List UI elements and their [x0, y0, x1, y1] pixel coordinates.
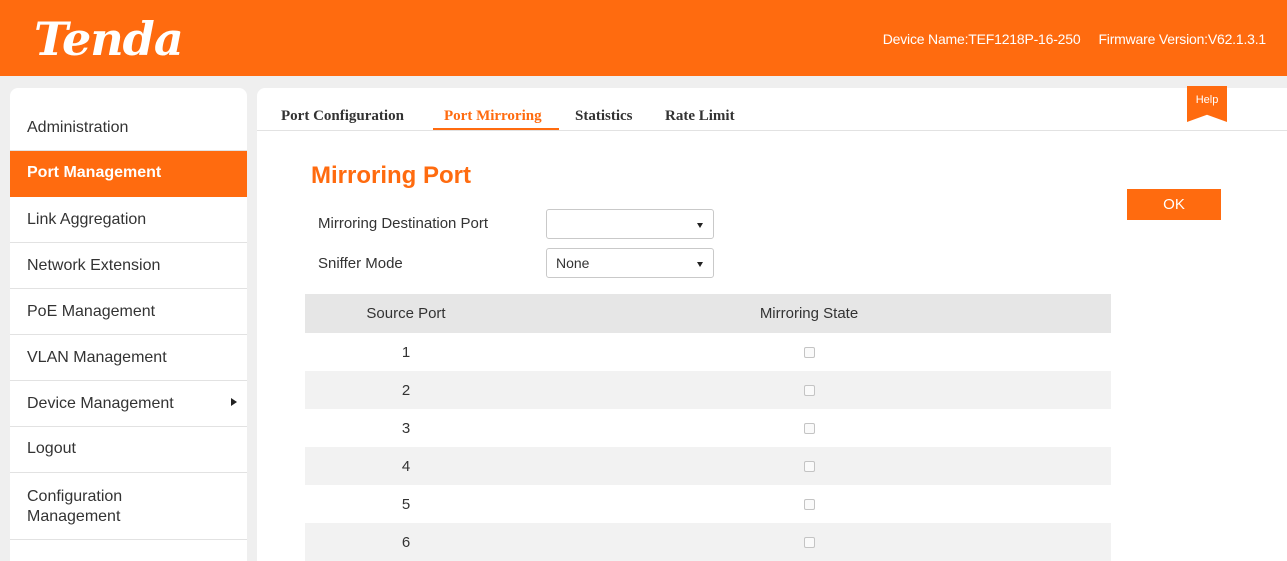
- port-number: 3: [401, 419, 411, 437]
- port-number: 5: [401, 495, 411, 513]
- help-button[interactable]: Help: [1187, 86, 1227, 122]
- sidebar-item-vlan-management[interactable]: VLAN Management: [10, 335, 247, 381]
- table-row: 5: [305, 485, 1111, 523]
- tab-statistics[interactable]: Statistics: [575, 108, 633, 125]
- chevron-down-icon: [697, 223, 703, 228]
- port-number: 6: [305, 523, 507, 561]
- tab-port-mirroring[interactable]: Port Mirroring: [444, 108, 542, 125]
- port-number: 4: [305, 447, 507, 485]
- sidebar-item-poe-management[interactable]: PoE Management: [10, 289, 247, 335]
- mirroring-state-checkbox[interactable]: [803, 347, 815, 359]
- sidebar-item-device-management[interactable]: Device Management: [10, 381, 247, 427]
- sidebar-item-label: VLAN Management: [27, 349, 167, 366]
- mirroring-state-cell: [507, 409, 1111, 447]
- sidebar-item-label: Network Extension: [27, 257, 161, 274]
- port-number: 1: [401, 343, 411, 361]
- sidebar-item-label: PoE Management: [27, 303, 156, 320]
- sidebar-item-network-extension[interactable]: Network Extension: [10, 243, 247, 289]
- table-header-row: Source Port Mirroring State: [305, 294, 1111, 333]
- sidebar-item-administration[interactable]: Administration: [10, 88, 247, 151]
- sidebar-item-link-aggregation[interactable]: Link Aggregation: [10, 197, 247, 243]
- sidebar-item-label: Administration: [27, 119, 129, 136]
- device-name: Device Name:TEF1218P-16-250: [882, 31, 1081, 47]
- mirroring-state-cell: [507, 333, 1111, 371]
- mirroring-state-cell: [507, 447, 1111, 485]
- mirroring-state-header: Mirroring State: [507, 294, 1111, 333]
- device-info: Device Name:TEF1218P-16-250 Firmware Vers…: [883, 31, 1266, 47]
- mirroring-state-checkbox[interactable]: [803, 423, 815, 435]
- table-row: 4: [305, 447, 1111, 485]
- sidebar-item-port-management[interactable]: Port Management: [10, 151, 247, 197]
- mirroring-state-cell: [507, 523, 1111, 561]
- sidebar-item-label: Port Management: [27, 164, 162, 181]
- top-header: Tenda Device Name:TEF1218P-16-250 Firmwar…: [0, 0, 1287, 76]
- tab-bar-divider: [257, 130, 1287, 131]
- table-row: 6: [305, 523, 1111, 561]
- submenu-arrow-icon: [231, 398, 237, 406]
- active-tab-indicator: [433, 128, 559, 130]
- sidebar-item-label: Configuration Management: [27, 488, 123, 525]
- table-row: 3: [305, 409, 1111, 447]
- mirroring-state-checkbox[interactable]: [803, 461, 815, 473]
- page-title: Mirroring Port: [311, 162, 471, 189]
- sidebar-item-label: Device Management: [27, 395, 174, 412]
- mirroring-state-checkbox[interactable]: [803, 499, 815, 511]
- firmware-version: Firmware Version:V62.1.3.1: [1098, 31, 1266, 47]
- mirroring-state-checkbox[interactable]: [803, 385, 815, 397]
- sniffer-mode-value: None: [556, 255, 590, 271]
- mirroring-state-cell: [507, 485, 1111, 523]
- sniffer-mode-label: Sniffer Mode: [318, 255, 403, 272]
- tab-port-configuration[interactable]: Port Configuration: [281, 108, 404, 125]
- ok-button[interactable]: OK: [1127, 189, 1221, 220]
- sniffer-mode-select[interactable]: None: [546, 248, 714, 278]
- sidebar-item-logout[interactable]: Logout: [10, 427, 247, 473]
- table-row: 1: [305, 333, 1111, 371]
- sidebar-nav: Administration Port Management Link Aggr…: [10, 88, 247, 561]
- mirroring-state-cell: [507, 371, 1111, 409]
- source-port-header: Source Port: [305, 294, 507, 333]
- table-row: 2: [305, 371, 1111, 409]
- mirroring-state-checkbox[interactable]: [803, 537, 815, 549]
- tenda-logo: Tenda: [34, 12, 184, 66]
- destination-port-label: Mirroring Destination Port: [318, 215, 489, 232]
- tab-rate-limit[interactable]: Rate Limit: [665, 108, 735, 125]
- main-panel: Port Configuration Port Mirroring Statis…: [257, 86, 1287, 561]
- destination-port-select[interactable]: [546, 209, 714, 239]
- sidebar-item-label: Logout: [27, 440, 76, 457]
- chevron-down-icon: [697, 262, 703, 267]
- source-port-table: Source Port Mirroring State 1 2 3 4 5 6: [305, 294, 1111, 561]
- sidebar-item-configuration-management[interactable]: Configuration Management: [10, 473, 247, 540]
- sidebar-item-label: Link Aggregation: [27, 211, 147, 228]
- port-number: 2: [305, 371, 507, 409]
